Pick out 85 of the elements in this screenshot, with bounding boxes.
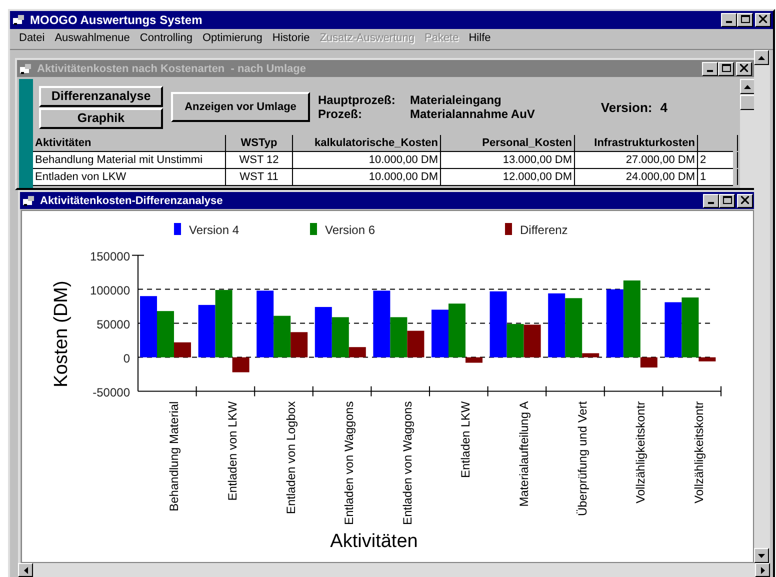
table-cell: WST 12 [226,152,293,168]
category-label: Materialaufteilung A [516,401,531,507]
table-cell: 12.000,00 DM [441,169,575,185]
field-label: Prozeß: [318,107,364,121]
column-header[interactable]: kalkulatorische_Kosten [293,135,441,151]
table-cell: 13.000,00 DM [441,152,575,168]
table-cell: 27.000,00 DM [575,152,698,168]
category-label: Vollzähligkeitskontr [692,401,706,504]
field-value: Materialannahme AuV [410,107,535,121]
menu-item[interactable]: Optimierung [198,32,268,44]
axis-tick-label: 0 [123,351,130,366]
vertical-scrollbar[interactable] [754,50,770,563]
window-title: MOOGO Auswertungs System [30,13,204,27]
column-header[interactable]: Aktivitäten [33,135,226,151]
close-button[interactable] [737,194,753,208]
table-cell: 10.000,00 DM [293,169,441,185]
legend-label: Version 4 [189,223,240,237]
menu-item[interactable]: Hilfe [464,32,496,44]
menu-item[interactable]: Historie [267,32,315,44]
column-header[interactable]: WSTyp [226,135,293,151]
umlage-button[interactable]: Anzeigen vor Umlage [171,92,310,122]
axis-tick-label: 50000 [96,317,130,332]
axis-tick-label: 150000 [90,249,130,264]
close-button[interactable] [736,62,752,76]
down-arrow-icon [758,554,765,558]
table-cell: 24.000,00 DM [575,169,698,185]
action-button[interactable]: Differenzanalyse [39,86,163,106]
axis-tick-label: -50000 [92,385,130,400]
field-value: 4 [660,100,668,114]
field-label: Hauptprozeß: [318,93,396,107]
maximize-icon [722,196,732,204]
menu-item[interactable]: Controlling [134,32,198,44]
table-cell: 10.000,00 DM [293,152,441,168]
column-header[interactable]: Infrastrukturkosten [575,135,698,151]
close-button[interactable] [755,13,771,27]
legend-label: Differenz [520,223,568,237]
maximize-button[interactable] [719,194,735,208]
action-button[interactable]: Graphik [39,108,163,128]
x-axis-title: Aktivitäten [330,531,418,552]
maximize-button[interactable] [718,62,734,76]
window-title: Aktivitätenkosten-Differenzanalyse [40,194,224,206]
category-label: Entladen von LKW [225,401,240,501]
category-label: Überprüfung und Vert [575,401,590,516]
category-label: Vollzähligkeitskontr [634,401,648,504]
maximize-icon [722,64,730,72]
close-icon [741,196,749,204]
category-label: Entladen von Waggons [342,401,356,525]
minimize-button[interactable] [721,13,737,27]
minimize-icon [708,202,714,204]
table-cell: 1 [698,169,738,185]
table-cell: WST 11 [226,169,293,185]
close-icon [759,15,767,23]
table-cell: Behandlung Material mit Unstimmi [33,152,226,168]
vertical-scrollbar[interactable] [740,79,755,188]
minimize-icon [726,21,732,23]
minimize-button[interactable] [703,194,719,208]
maximize-button[interactable] [737,13,753,27]
menu-item[interactable]: Datei [14,32,50,44]
minimize-button[interactable] [702,62,718,76]
left-arrow-icon [24,566,28,574]
horizontal-scrollbar[interactable] [18,563,770,577]
category-label: Entladen LKW [458,401,473,478]
category-label: Entladen von Logbox [284,401,298,514]
axis-tick-label: 100000 [90,283,130,298]
field-value: Materialeingang [410,93,502,107]
category-label: Behandlung Material [167,401,182,512]
field-label: Version: [600,100,652,114]
app-icon [22,194,36,206]
minimize-icon [707,70,713,72]
right-arrow-icon [760,566,764,574]
app-icon [19,62,33,74]
table-cell: Entladen von LKW [33,169,226,185]
up-arrow-icon [744,84,751,88]
category-label: Entladen von Waggons [400,401,414,525]
legend-label: Version 6 [325,223,376,237]
close-icon [740,64,748,72]
maximize-icon [740,15,750,23]
app-icon [12,14,26,26]
scroll-thumb[interactable] [740,95,755,110]
table-cell: 2 [698,152,738,168]
up-arrow-icon [758,56,765,60]
column-header[interactable]: Personal_Kosten [441,135,575,151]
window-title: Aktivitätenkosten nach Kostenarten - nach Umlage [37,62,307,74]
menu-item[interactable]: Auswahlmenue [50,32,135,44]
y-axis-title: Kosten (DM) [51,280,72,388]
